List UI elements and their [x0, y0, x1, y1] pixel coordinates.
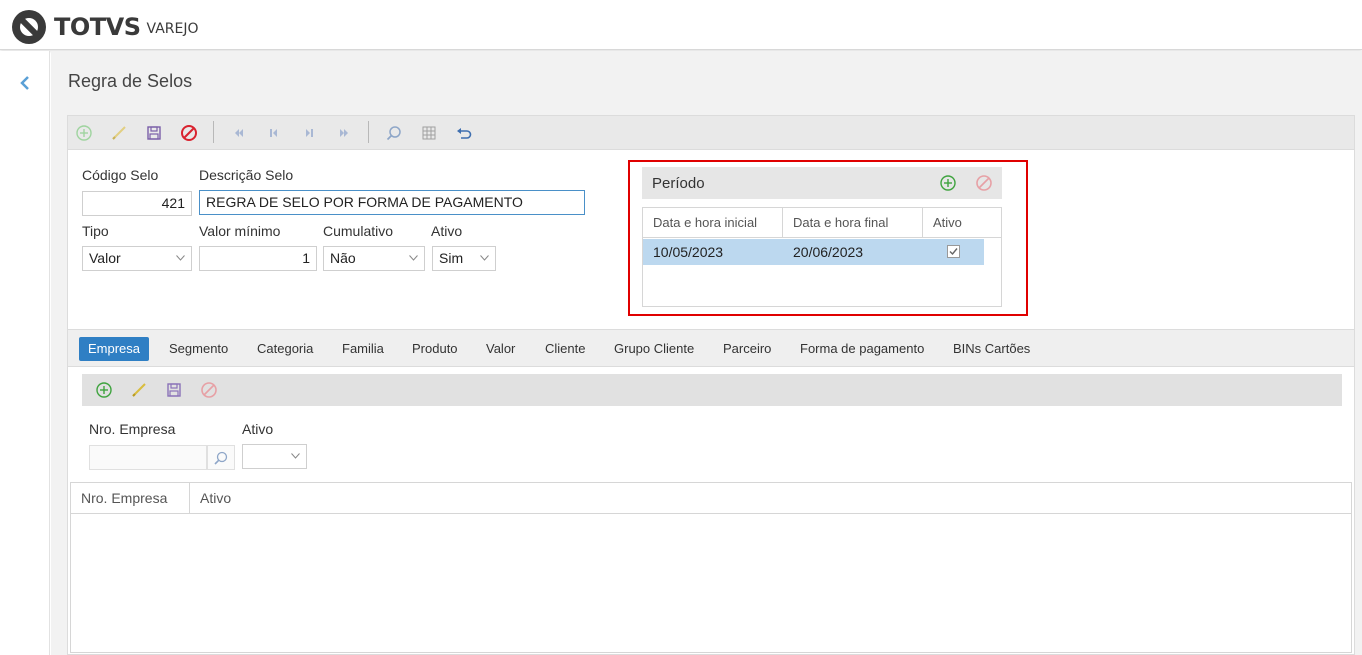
first-record-icon[interactable]	[230, 124, 248, 142]
tab-bins-cartoes[interactable]: BINs Cartões	[944, 337, 1039, 361]
descricao-selo-label: Descrição Selo	[199, 167, 294, 183]
toolbar-separator	[368, 121, 369, 143]
nro-empresa-label: Nro. Empresa	[89, 421, 176, 437]
col-data-final[interactable]: Data e hora final	[783, 208, 923, 238]
ativo-checkbox[interactable]	[947, 245, 960, 258]
empresa-grid-header: Nro. Empresa Ativo	[71, 483, 1351, 514]
tipo-select-value: Valor	[89, 250, 121, 266]
chevron-left-icon[interactable]	[18, 76, 32, 90]
periodo-header: Período	[642, 167, 1002, 199]
previous-record-icon[interactable]	[265, 124, 283, 142]
cancel-icon[interactable]	[200, 381, 218, 399]
page-title: Regra de Selos	[68, 71, 193, 91]
empresa-ativo-select[interactable]	[242, 444, 307, 469]
cancel-icon[interactable]	[180, 124, 198, 142]
periodo-grid: Data e hora inicial Data e hora final At…	[642, 207, 1002, 307]
side-bar	[0, 51, 50, 655]
chevron-down-icon	[409, 255, 418, 261]
cumulativo-select[interactable]: Não	[323, 246, 425, 271]
chevron-down-icon	[480, 255, 489, 261]
tipo-select[interactable]: Valor	[82, 246, 192, 271]
col-nro-empresa[interactable]: Nro. Empresa	[71, 483, 190, 514]
last-record-icon[interactable]	[335, 124, 353, 142]
tab-forma-de-pagamento[interactable]: Forma de pagamento	[791, 337, 933, 361]
periodo-row[interactable]: 10/05/2023 20/06/2023	[643, 239, 984, 265]
tab-familia[interactable]: Familia	[333, 337, 393, 361]
nro-empresa-search-button[interactable]	[207, 445, 235, 470]
col-data-inicial[interactable]: Data e hora inicial	[643, 208, 783, 238]
search-icon[interactable]	[385, 124, 403, 142]
edit-icon[interactable]	[130, 381, 148, 399]
main-content: Regra de Selos Código Selo 421 Descrição…	[51, 51, 1362, 655]
tab-valor[interactable]: Valor	[477, 337, 524, 361]
tab-parceiro[interactable]: Parceiro	[714, 337, 780, 361]
ativo-label: Ativo	[431, 223, 463, 239]
nro-empresa-field[interactable]	[89, 445, 207, 470]
main-toolbar	[68, 116, 1354, 150]
save-icon[interactable]	[145, 124, 163, 142]
next-record-icon[interactable]	[300, 124, 318, 142]
tab-categoria[interactable]: Categoria	[248, 337, 322, 361]
periodo-title: Período	[652, 175, 705, 192]
periodo-fim: 20/06/2023	[793, 244, 864, 260]
remove-periodo-icon[interactable]	[975, 174, 993, 192]
grid-icon[interactable]	[420, 124, 438, 142]
add-periodo-icon[interactable]	[939, 174, 957, 192]
col-ativo[interactable]: Ativo	[190, 483, 390, 514]
detail-tabs: Empresa Segmento Categoria Familia Produ…	[68, 329, 1354, 367]
periodo-grid-header: Data e hora inicial Data e hora final At…	[643, 208, 1001, 238]
ativo-select[interactable]: Sim	[432, 246, 496, 271]
record-panel: Código Selo 421 Descrição Selo REGRA DE …	[67, 115, 1355, 655]
tab-cliente[interactable]: Cliente	[536, 337, 594, 361]
add-icon[interactable]	[95, 381, 113, 399]
brand-subtitle: VAREJO	[146, 21, 199, 37]
chevron-down-icon	[176, 255, 185, 261]
valor-minimo-label: Valor mínimo	[199, 223, 281, 239]
edit-icon[interactable]	[110, 124, 128, 142]
cumulativo-select-value: Não	[330, 250, 356, 266]
search-icon	[214, 451, 228, 465]
codigo-selo-label: Código Selo	[82, 167, 159, 183]
periodo-inicio: 10/05/2023	[653, 244, 724, 260]
valor-minimo-field[interactable]: 1	[199, 246, 317, 271]
tab-empresa[interactable]: Empresa	[79, 337, 150, 361]
top-bar: TOTVS VAREJO	[0, 0, 1362, 50]
codigo-selo-field[interactable]: 421	[82, 191, 192, 216]
add-icon[interactable]	[75, 124, 93, 142]
tab-grupo-cliente[interactable]: Grupo Cliente	[605, 337, 703, 361]
ativo-select-value: Sim	[439, 250, 464, 266]
col-ativo[interactable]: Ativo	[923, 208, 1001, 238]
save-icon[interactable]	[165, 381, 183, 399]
empresa-grid: Nro. Empresa Ativo	[70, 482, 1352, 653]
empresa-ativo-label: Ativo	[242, 421, 274, 437]
tipo-label: Tipo	[82, 223, 109, 239]
cumulativo-label: Cumulativo	[323, 223, 394, 239]
toolbar-separator	[213, 121, 214, 143]
empresa-toolbar	[82, 374, 1342, 406]
totvs-logo[interactable]: TOTVS VAREJO	[12, 10, 199, 44]
brand-name: TOTVS	[54, 13, 141, 41]
chevron-down-icon	[291, 453, 300, 459]
tab-produto[interactable]: Produto	[403, 337, 467, 361]
undo-icon[interactable]	[455, 124, 473, 142]
totvs-logo-icon	[12, 10, 46, 44]
tab-segmento[interactable]: Segmento	[160, 337, 237, 361]
descricao-selo-field[interactable]: REGRA DE SELO POR FORMA DE PAGAMENTO	[199, 190, 585, 215]
